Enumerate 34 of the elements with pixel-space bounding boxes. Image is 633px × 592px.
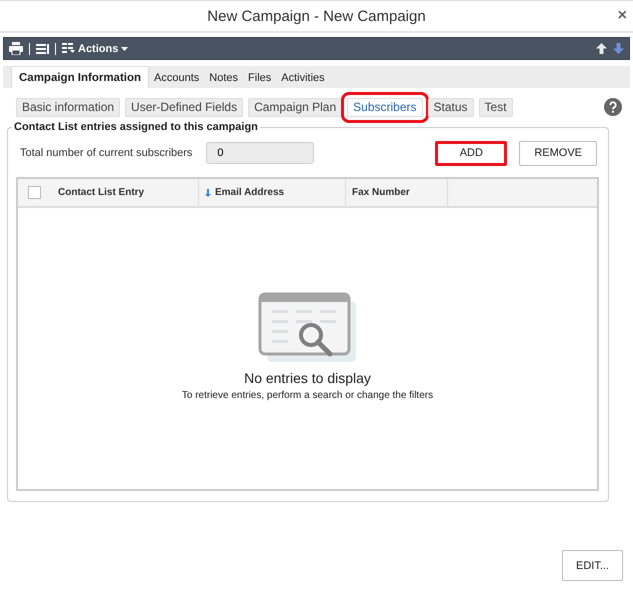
empty-table-icon bbox=[258, 292, 358, 364]
window-title: New Campaign - New Campaign bbox=[207, 8, 426, 24]
printer-icon[interactable] bbox=[9, 42, 23, 55]
column-header[interactable]: Email Address bbox=[199, 179, 346, 206]
action-button[interactable]: REMOVE bbox=[519, 140, 597, 166]
actions-menu-button[interactable]: Actions bbox=[62, 42, 128, 54]
tab[interactable]: Activities bbox=[276, 68, 330, 88]
tab[interactable]: Files bbox=[243, 68, 276, 88]
sort-arrow-icon bbox=[205, 188, 211, 196]
edit-button[interactable]: EDIT... bbox=[562, 550, 623, 581]
list-icon[interactable] bbox=[36, 44, 49, 54]
group-title: Contact List entries assigned to this campaign bbox=[13, 121, 259, 133]
sub-tab[interactable]: Test bbox=[478, 98, 513, 116]
column-header[interactable]: Fax Number bbox=[346, 179, 448, 206]
select-all-checkbox[interactable] bbox=[28, 186, 41, 199]
action-button[interactable]: ADD bbox=[435, 140, 508, 166]
up-arrow-icon[interactable] bbox=[596, 43, 607, 54]
sub-tab[interactable]: Campaign Plan bbox=[248, 98, 342, 116]
sub-tab[interactable]: Basic information bbox=[16, 98, 120, 116]
sub-tab[interactable]: Status bbox=[428, 98, 474, 116]
down-arrow-icon[interactable] bbox=[613, 43, 624, 54]
tab[interactable]: Notes bbox=[204, 68, 244, 88]
empty-title: No entries to display bbox=[244, 370, 371, 386]
tab[interactable]: Accounts bbox=[149, 68, 204, 88]
help-icon[interactable] bbox=[604, 98, 622, 116]
empty-hint: To retrieve entries, perform a search or change the filters bbox=[182, 390, 434, 401]
field-label: Total number of current subscribers bbox=[20, 147, 192, 159]
table-settings-icon bbox=[62, 43, 75, 54]
caret-icon bbox=[121, 46, 128, 50]
subscriber-count-field[interactable]: 0 bbox=[206, 142, 314, 164]
sub-tab[interactable]: User-Defined Fields bbox=[125, 98, 244, 116]
tab[interactable]: Campaign Information bbox=[11, 66, 150, 88]
close-button[interactable]: × bbox=[618, 9, 627, 23]
column-header[interactable]: Contact List Entry bbox=[52, 179, 199, 206]
